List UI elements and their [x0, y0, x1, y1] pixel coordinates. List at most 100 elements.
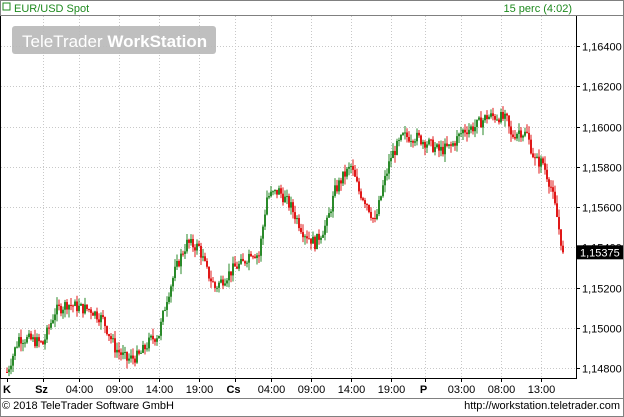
candle-body [454, 143, 456, 146]
candle-body [172, 278, 174, 287]
candle-body [318, 233, 320, 240]
candle-body [238, 263, 240, 269]
candle-body [410, 141, 412, 143]
candle-body [346, 168, 348, 177]
candle-body [88, 309, 90, 311]
candle-body [70, 304, 72, 306]
candle-body [274, 189, 276, 192]
website-link[interactable]: http://workstation.teletrader.com [464, 400, 620, 412]
candle-body [248, 253, 250, 263]
candle-body [552, 187, 554, 192]
candle-body [468, 129, 470, 135]
candle-body [364, 200, 366, 205]
candle-body [374, 217, 376, 220]
candle-body [362, 198, 364, 201]
candle-body [190, 239, 192, 243]
candle-body [338, 180, 340, 192]
candle-body [8, 369, 10, 373]
candle-body [244, 261, 246, 264]
candle-body [6, 371, 8, 373]
candle-body [30, 333, 32, 340]
candle-body [162, 310, 164, 322]
candle-body [328, 213, 330, 218]
candle-body [92, 312, 94, 316]
candle-body [288, 196, 290, 208]
candle-body [526, 131, 528, 133]
candle-body [354, 169, 356, 177]
candle-body [204, 256, 206, 261]
candle-body [296, 218, 298, 220]
candle-body [510, 126, 512, 135]
x-tick-label: 08:00 [488, 384, 516, 396]
candle-body [188, 239, 190, 243]
candle-body [464, 129, 466, 133]
candle-body [200, 245, 202, 258]
candle-body [350, 166, 352, 168]
candle-body [390, 158, 392, 162]
candle-body [554, 191, 556, 204]
candle-body [446, 143, 448, 146]
candle-body [22, 343, 24, 345]
logo-text-left: TeleTrader [22, 32, 103, 51]
candle-body [562, 245, 564, 253]
candle-body [524, 131, 526, 136]
candle-body [176, 261, 178, 267]
candle-body [388, 161, 390, 174]
candle-body [124, 351, 126, 353]
candle-body [100, 315, 102, 323]
candle-body [158, 335, 160, 339]
candle-body [218, 282, 220, 288]
candle-body [202, 256, 204, 258]
candle-body [154, 339, 156, 342]
candle-body [128, 358, 130, 361]
candle-body [530, 139, 532, 154]
candle-body [440, 146, 442, 151]
candle-body [322, 234, 324, 238]
candle-body [544, 163, 546, 170]
candle-body [336, 185, 338, 192]
candle-body [192, 239, 194, 248]
candle-body [414, 141, 416, 143]
candle-body [482, 120, 484, 128]
candle-body [434, 147, 436, 152]
candle-body [396, 140, 398, 155]
candle-body [160, 321, 162, 336]
candle-body [130, 355, 132, 359]
candle-body [432, 139, 434, 152]
candle-body [550, 186, 552, 188]
candle-body [490, 113, 492, 117]
candle-body [532, 153, 534, 158]
x-tick-label: 09:00 [298, 384, 326, 396]
candle-body [276, 189, 278, 195]
candle-body [366, 204, 368, 206]
candle-body [290, 202, 292, 208]
x-tick-label: 14:00 [146, 384, 174, 396]
candle-body [394, 150, 396, 155]
candle-body [242, 258, 244, 262]
candle-body [194, 247, 196, 251]
candle-body [222, 279, 224, 286]
candle-body [66, 302, 68, 310]
candle-body [384, 175, 386, 186]
candle-body [234, 263, 236, 267]
candle-body [84, 304, 86, 314]
candle-body [542, 158, 544, 164]
candle-body [98, 319, 100, 323]
x-tick-label: Sz [35, 384, 48, 396]
candle-body [272, 191, 274, 193]
candle-body [12, 355, 14, 366]
x-tick-label: Cs [226, 384, 240, 396]
last-price-label: 1,15375 [580, 247, 620, 259]
candle-body [488, 116, 490, 120]
candle-body [400, 134, 402, 140]
candle-body [310, 238, 312, 244]
interval-label: 15 perc (4:02) [504, 3, 572, 15]
candle-body [68, 304, 70, 310]
x-tick-label: 19:00 [186, 384, 214, 396]
candle-body [428, 139, 430, 145]
candle-body [40, 341, 42, 343]
candle-body [170, 286, 172, 297]
candle-body [334, 185, 336, 196]
candle-body [58, 304, 60, 306]
candle-body [332, 195, 334, 212]
